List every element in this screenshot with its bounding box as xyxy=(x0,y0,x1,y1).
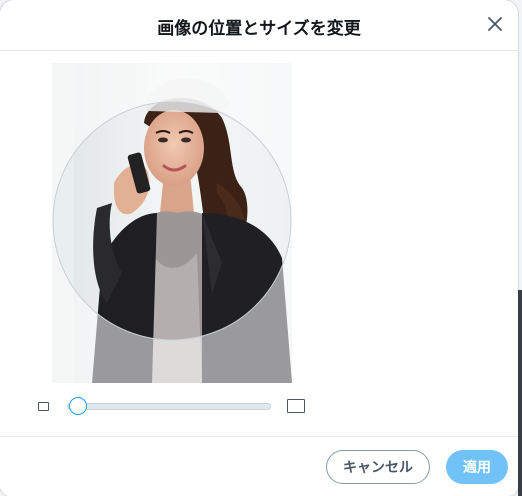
dialog-footer: キャンセル 適用 xyxy=(0,436,518,496)
small-square-icon xyxy=(38,402,49,411)
cancel-button[interactable]: キャンセル xyxy=(326,450,430,484)
profile-photo xyxy=(52,63,292,383)
zoom-slider-thumb[interactable] xyxy=(69,397,88,415)
resize-image-dialog: 画像の位置とサイズを変更 キャンセル 適用 xyxy=(0,0,518,496)
dialog-title: 画像の位置とサイズを変更 xyxy=(157,19,361,39)
close-button[interactable] xyxy=(484,14,506,36)
background-edge xyxy=(518,290,522,496)
zoom-slider[interactable] xyxy=(67,403,271,410)
apply-button[interactable]: 適用 xyxy=(446,450,508,484)
close-icon xyxy=(488,16,502,35)
zoom-control xyxy=(38,396,308,416)
large-square-icon xyxy=(287,399,305,413)
image-crop-area[interactable] xyxy=(52,63,292,383)
dialog-header: 画像の位置とサイズを変更 xyxy=(0,0,518,51)
